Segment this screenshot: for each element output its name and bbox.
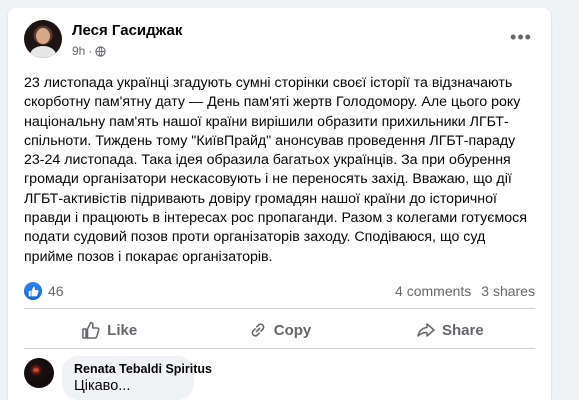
share-arrow-icon bbox=[417, 323, 435, 337]
globe-icon[interactable] bbox=[95, 45, 106, 57]
copy-label: Copy bbox=[273, 321, 312, 339]
commenter-avatar[interactable] bbox=[24, 358, 54, 388]
share-label: Share bbox=[441, 321, 484, 339]
more-options-button[interactable]: ••• bbox=[509, 28, 533, 46]
comment-text: Цікаво... bbox=[74, 378, 131, 394]
comments-count[interactable]: 4 comments bbox=[395, 283, 471, 299]
copy-link-icon bbox=[251, 323, 265, 337]
post-actions: Like Copy Share bbox=[24, 313, 535, 347]
engagement-counts: 4 comments 3 shares bbox=[395, 283, 535, 299]
meta-separator: · bbox=[88, 44, 93, 58]
shares-count[interactable]: 3 shares bbox=[481, 283, 535, 299]
author-name[interactable]: Леся Гасиджак bbox=[72, 22, 182, 39]
like-reaction-icon[interactable] bbox=[24, 282, 42, 300]
share-button[interactable]: Share bbox=[365, 313, 535, 347]
comment-bubble: Renata Tebaldi Spiritus Цікаво... bbox=[62, 356, 212, 400]
comment-item: Renata Tebaldi Spiritus Цікаво... bbox=[24, 356, 535, 400]
post-body-text: 23 листопада українці згадують сумні сто… bbox=[24, 75, 527, 265]
more-dots-icon: ••• bbox=[510, 27, 532, 47]
copy-button[interactable]: Copy bbox=[194, 313, 364, 347]
post-time[interactable]: 9h bbox=[72, 44, 85, 58]
post-card: Леся Гасиджак 9h · ••• 23 листопада укра… bbox=[8, 8, 551, 400]
thumbs-up-icon bbox=[82, 321, 100, 339]
reactions-bar: 46 4 comments 3 shares bbox=[24, 280, 535, 304]
like-label: Like bbox=[107, 321, 138, 339]
comment-author[interactable]: Renata Tebaldi Spiritus bbox=[74, 362, 212, 377]
divider-bottom bbox=[24, 348, 535, 349]
post-meta: 9h · bbox=[72, 44, 106, 58]
reaction-count[interactable]: 46 bbox=[48, 283, 64, 299]
divider-top bbox=[24, 308, 535, 309]
like-button[interactable]: Like bbox=[24, 313, 194, 347]
post-header: Леся Гасиджак 9h · ••• bbox=[24, 20, 535, 60]
author-avatar[interactable] bbox=[24, 20, 62, 58]
